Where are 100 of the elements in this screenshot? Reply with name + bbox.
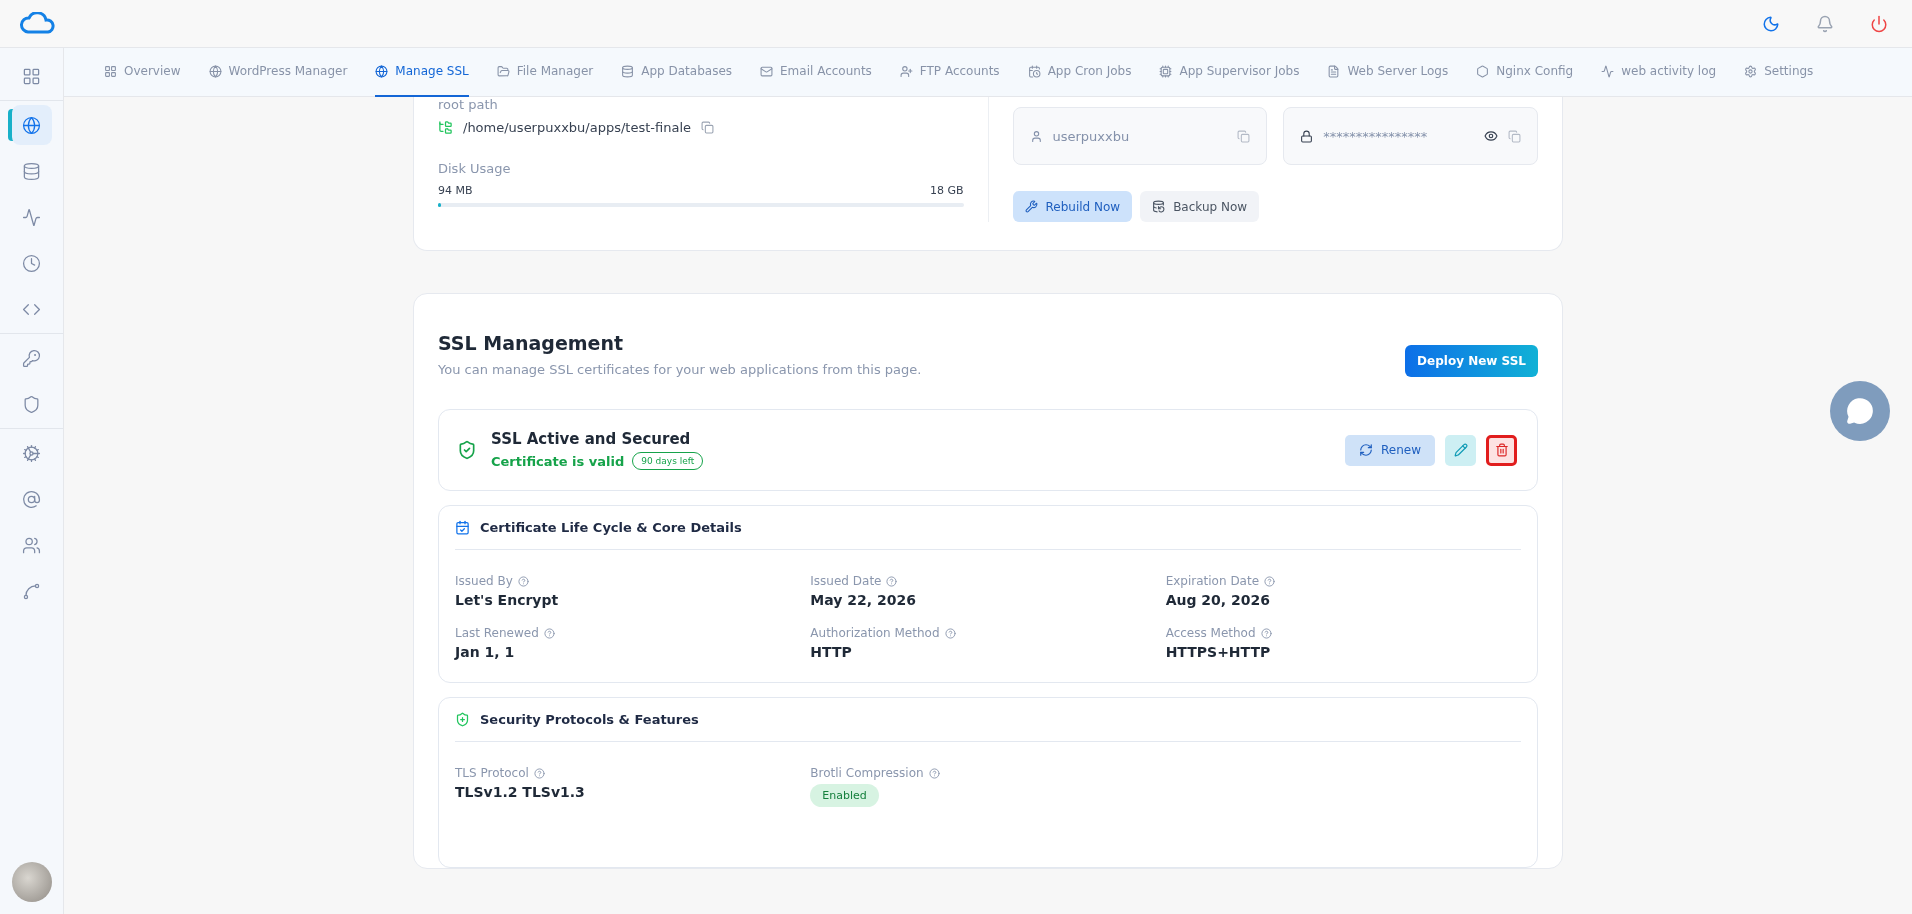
globe-icon (22, 115, 41, 135)
chat-button[interactable] (1830, 381, 1890, 441)
copy-icon[interactable] (1508, 129, 1521, 143)
field-label: Issued Date (810, 574, 882, 588)
users-icon (22, 535, 41, 555)
nav-tab[interactable]: App Cron Jobs (1027, 47, 1132, 97)
database-backup-icon (1152, 200, 1166, 213)
nav-tab[interactable]: Web Server Logs (1327, 47, 1449, 97)
field-label: Expiration Date (1165, 574, 1260, 588)
user-plus-icon (899, 64, 913, 78)
pencil-icon (1453, 443, 1468, 457)
field-value: TLSv1.2 TLSv1.3 (455, 784, 586, 800)
lock-icon (1300, 129, 1314, 143)
key-icon (22, 348, 41, 368)
field-label: Authorization Method (810, 626, 940, 640)
gear-icon (22, 443, 41, 463)
nav-tab[interactable]: Email Accounts (760, 47, 872, 97)
database-icon (621, 64, 635, 78)
field-value: Jan 1, 1 (455, 644, 516, 660)
help-icon (517, 575, 529, 587)
field-value: Let's Encrypt (455, 592, 560, 608)
shield-icon (22, 394, 41, 414)
settings-icon (1744, 64, 1758, 78)
mail-icon (760, 64, 774, 78)
field-value: HTTP (810, 644, 853, 660)
nav-tab[interactable]: Settings (1744, 47, 1814, 97)
nav-tab[interactable]: FTP Accounts (899, 47, 1000, 97)
dark-mode-icon[interactable] (1762, 14, 1780, 33)
curve-icon (22, 581, 41, 601)
copy-icon[interactable] (701, 121, 714, 134)
field-value: May 22, 2026 (810, 592, 917, 608)
help-icon (1260, 627, 1272, 639)
document-icon (1327, 64, 1341, 78)
root-path-label: root path (438, 97, 499, 112)
username-field[interactable]: userpuxxbu (1012, 107, 1268, 165)
logo-icon (18, 11, 58, 36)
nav-tab[interactable]: web activity log (1601, 47, 1717, 97)
renew-button[interactable]: Renew (1345, 434, 1435, 466)
rebuild-button[interactable]: Rebuild Now (1012, 191, 1133, 222)
password-field[interactable]: **************** (1283, 107, 1538, 165)
nav-tab[interactable]: File Manager (496, 47, 594, 97)
activity-icon (1601, 64, 1615, 78)
folder-tree-icon (438, 120, 453, 135)
delete-button[interactable] (1486, 434, 1517, 466)
chip-icon (1159, 64, 1173, 78)
folder-icon (496, 64, 510, 78)
section-title: SSL Management (438, 332, 625, 354)
notification-icon[interactable] (1816, 14, 1834, 33)
power-icon[interactable] (1870, 14, 1888, 33)
nav-tab[interactable]: App Supervisor Jobs (1159, 47, 1300, 97)
disk-total: 18 GB (929, 184, 964, 197)
field-label: Brotli Compression (810, 766, 924, 780)
shield-check-icon (457, 440, 477, 460)
sidebar-item[interactable] (11, 105, 52, 145)
nav-tab[interactable]: WordPress Manager (208, 47, 348, 97)
edit-button[interactable] (1445, 434, 1476, 466)
refresh-icon (1359, 443, 1373, 457)
backup-button[interactable]: Backup Now (1140, 191, 1260, 222)
field-label: Issued By (455, 574, 513, 588)
nav-tab[interactable]: App Databases (621, 47, 733, 97)
field-value: Aug 20, 2026 (1165, 592, 1271, 608)
panel-title: Certificate Life Cycle & Core Details (480, 520, 742, 535)
at-sign-icon (22, 489, 41, 509)
status-title: SSL Active and Secured (491, 430, 692, 448)
help-icon (533, 767, 545, 779)
nav-tab[interactable]: Overview (104, 47, 181, 97)
field-label: Access Method (1165, 626, 1256, 640)
field-label: TLS Protocol (455, 766, 529, 780)
disk-used: 94 MB (438, 184, 473, 197)
globe-icon (375, 64, 389, 78)
field-label: Last Renewed (455, 626, 539, 640)
user-icon (1029, 129, 1043, 143)
section-subtitle: You can manage SSL certificates for your web applications from this page. (438, 362, 922, 377)
clock-icon (22, 253, 41, 273)
help-icon (928, 767, 940, 779)
help-icon (1264, 575, 1276, 587)
avatar (11, 862, 52, 902)
trash-icon (1494, 443, 1509, 457)
activity-icon (22, 207, 41, 227)
dashboard-icon (22, 66, 41, 86)
help-icon (543, 627, 555, 639)
wrench-icon (1024, 200, 1038, 213)
status-badge: Enabled (810, 784, 879, 807)
show-password-icon[interactable] (1484, 129, 1498, 143)
chat-bubble-icon (1846, 397, 1874, 425)
hexagon-icon (1476, 64, 1490, 78)
help-icon (886, 575, 898, 587)
shield-plus-icon (455, 712, 470, 727)
copy-icon[interactable] (1237, 129, 1251, 143)
root-path: /home/userpuxxbu/apps/test-finale (463, 120, 691, 135)
help-icon (944, 627, 956, 639)
disk-usage-label: Disk Usage (438, 161, 512, 176)
validity-text: Certificate is valid (491, 453, 625, 469)
calendar-clock-icon (1027, 64, 1041, 78)
calendar-check-icon (455, 520, 470, 535)
deploy-ssl-button[interactable]: Deploy New SSL (1405, 345, 1538, 377)
nav-tab[interactable]: Nginx Config (1476, 47, 1574, 97)
grid-icon (104, 64, 117, 78)
database-icon (22, 161, 41, 181)
field-value: HTTPS+HTTP (1165, 644, 1272, 660)
